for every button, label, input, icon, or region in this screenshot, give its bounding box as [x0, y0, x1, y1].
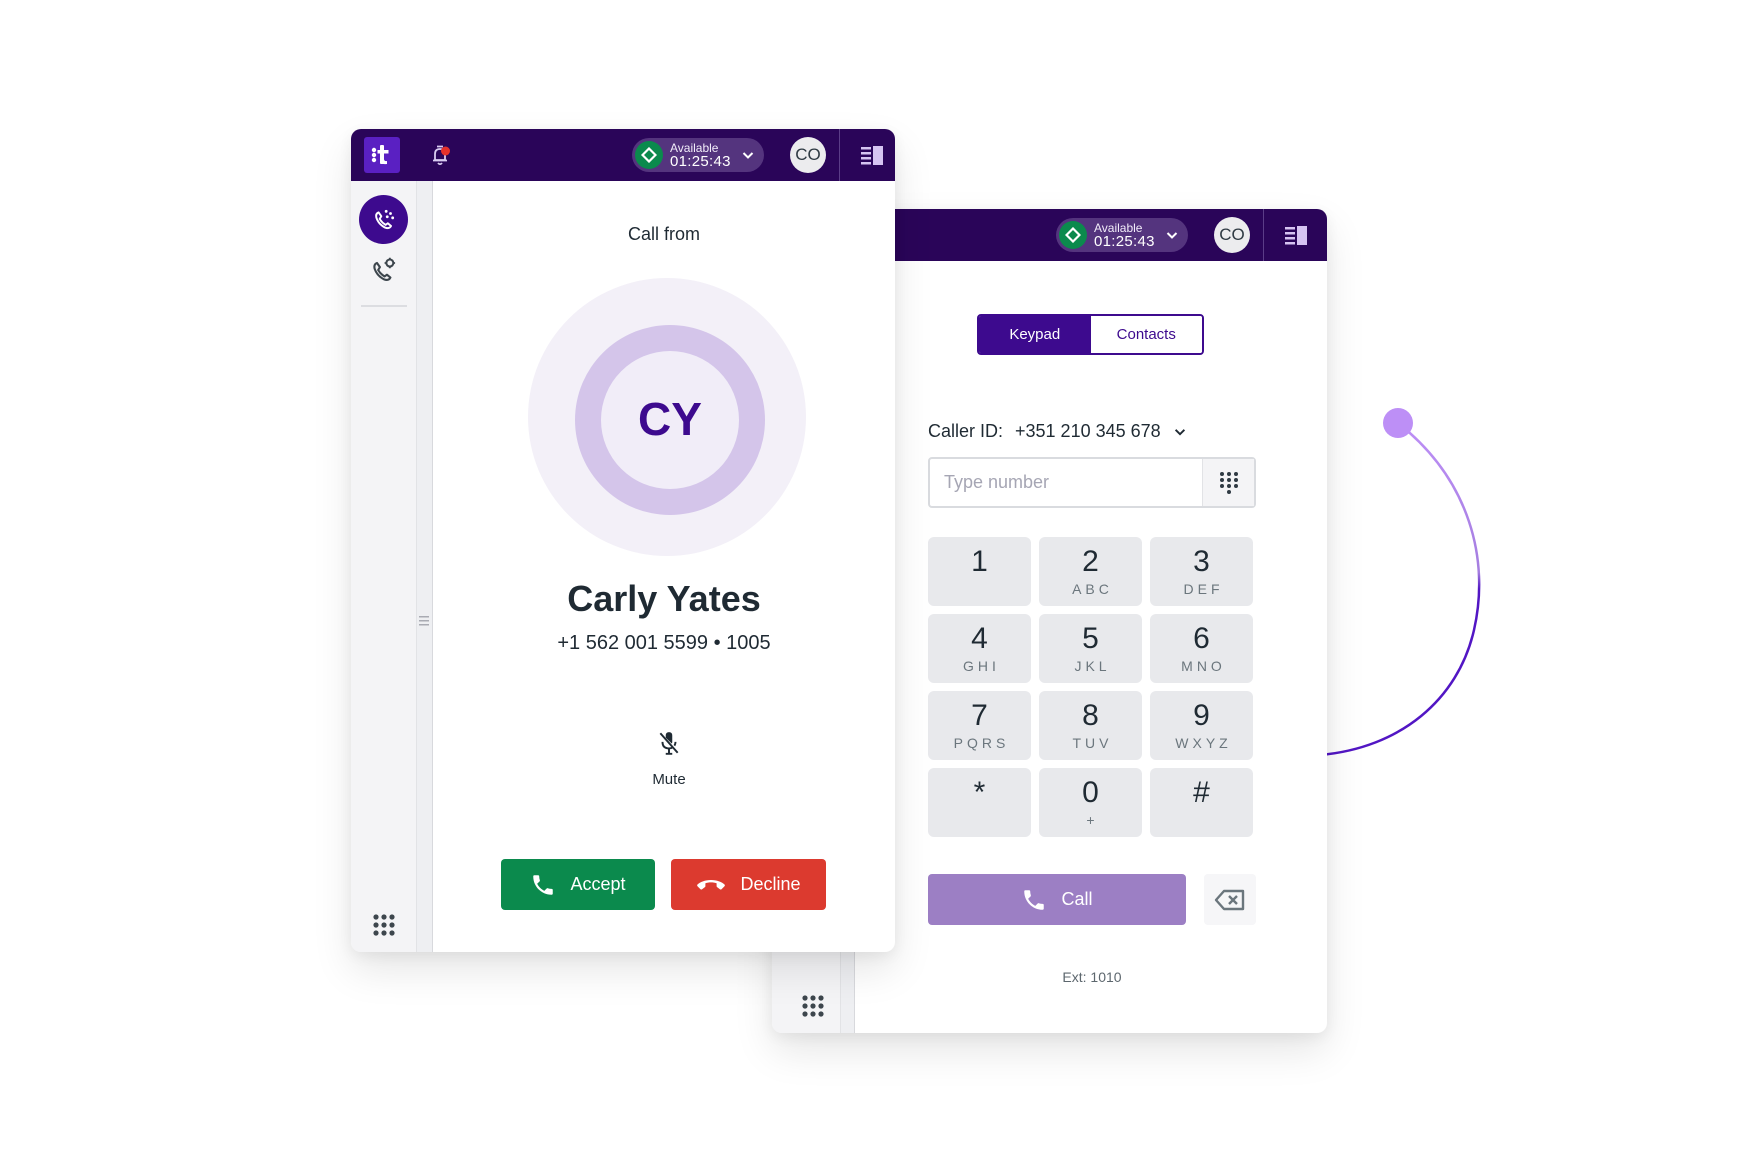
- sidebar-item-incoming-call[interactable]: [359, 195, 408, 244]
- key-digit: 8: [1082, 699, 1099, 732]
- caller-number: +1 562 001 5599 • 1005: [557, 632, 771, 654]
- call-button-label: Call: [1061, 889, 1093, 909]
- key-digit: 2: [1082, 545, 1099, 578]
- keypad-toggle-button[interactable]: [1202, 459, 1254, 506]
- apps-grid-icon[interactable]: [801, 994, 825, 1018]
- key-letters: +: [1086, 812, 1099, 828]
- arc-dot: [1383, 408, 1413, 438]
- key-letters: DEF: [1183, 581, 1224, 597]
- tab-keypad[interactable]: Keypad: [979, 316, 1091, 353]
- caller-initials: CY: [638, 393, 702, 445]
- key-letters: MNO: [1181, 658, 1226, 674]
- status-selector[interactable]: Available 01:25:43: [632, 138, 764, 172]
- keypad-key[interactable]: 2 ABC: [1039, 537, 1142, 606]
- accept-button[interactable]: Accept: [501, 859, 655, 910]
- keypad-key[interactable]: 0 +: [1039, 768, 1142, 837]
- keypad-key[interactable]: 7 PQRS: [928, 691, 1031, 760]
- status-timer: 01:25:43: [1094, 233, 1155, 250]
- backspace-button[interactable]: [1204, 874, 1256, 925]
- mute-button[interactable]: Mute: [630, 730, 708, 788]
- keypad-key[interactable]: 9 WXYZ: [1150, 691, 1253, 760]
- key-letters: PQRS: [953, 735, 1010, 751]
- key-digit: 5: [1082, 622, 1099, 655]
- status-selector[interactable]: Available 01:25:43: [1056, 218, 1188, 252]
- phone-icon: [1024, 889, 1045, 910]
- keypad-key[interactable]: *: [928, 768, 1031, 837]
- keypad-key[interactable]: 3 DEF: [1150, 537, 1253, 606]
- hang-up-icon: [697, 879, 726, 890]
- arc-line: [1319, 422, 1481, 757]
- call-from-heading: Call from: [627, 224, 700, 244]
- key-letters: ABC: [1072, 581, 1113, 597]
- number-input[interactable]: [930, 459, 1202, 506]
- key-digit: 7: [971, 699, 988, 732]
- resize-strip[interactable]: [416, 181, 433, 952]
- key-digit: *: [973, 776, 986, 809]
- chevron-down-icon: [742, 152, 754, 159]
- accept-label: Accept: [570, 874, 626, 894]
- chevron-down-icon: [1166, 232, 1178, 239]
- key-digit: 0: [1082, 776, 1099, 809]
- phone-ringing-icon: [374, 209, 394, 229]
- call-button[interactable]: Call: [928, 874, 1186, 925]
- apps-grid-icon[interactable]: [372, 913, 396, 937]
- header-divider: [839, 129, 840, 181]
- sidebar-divider: [361, 305, 407, 307]
- decline-button[interactable]: Decline: [671, 859, 826, 910]
- caller-id-value: +351 210 345 678: [1015, 421, 1161, 441]
- keypad-key[interactable]: #: [1150, 768, 1253, 837]
- app-sidebar: [351, 181, 416, 952]
- phone-settings-icon: [373, 257, 396, 281]
- caller-name: Carly Yates: [567, 578, 761, 619]
- key-letters: WXYZ: [1175, 735, 1232, 751]
- key-letters: GHI: [963, 658, 1000, 674]
- side-panel-icon[interactable]: [1283, 224, 1309, 246]
- user-avatar[interactable]: CO: [790, 137, 826, 173]
- number-field: [928, 457, 1256, 508]
- key-digit: #: [1193, 776, 1210, 809]
- dialpad-icon: [1219, 471, 1238, 494]
- key-digit: 3: [1193, 545, 1210, 578]
- key-letters: JKL: [1074, 658, 1111, 674]
- talkdesk-logo-icon[interactable]: [364, 137, 400, 173]
- key-digit: 4: [971, 622, 988, 655]
- caller-id-label: Caller ID:: [928, 421, 1004, 441]
- keypad-key[interactable]: 1: [928, 537, 1031, 606]
- keypad-key[interactable]: 5 JKL: [1039, 614, 1142, 683]
- header-divider: [1263, 209, 1264, 261]
- keypad-key[interactable]: 8 TUV: [1039, 691, 1142, 760]
- key-digit: 9: [1193, 699, 1210, 732]
- chevron-down-icon: [1174, 428, 1185, 436]
- phone-icon: [533, 874, 554, 895]
- app-header: Available 01:25:43 CO: [351, 129, 895, 181]
- microphone-off-icon: [659, 732, 679, 755]
- tab-contacts[interactable]: Contacts: [1090, 316, 1202, 353]
- dialer-tabs: Keypad Contacts: [977, 314, 1204, 355]
- side-panel-icon[interactable]: [859, 144, 885, 166]
- decline-label: Decline: [740, 874, 801, 894]
- status-timer: 01:25:43: [670, 153, 731, 170]
- notification-badge: [441, 146, 450, 156]
- sidebar-item-call-settings[interactable]: [369, 255, 399, 285]
- keypad-key[interactable]: 4 GHI: [928, 614, 1031, 683]
- key-digit: 6: [1193, 622, 1210, 655]
- bell-icon[interactable]: [429, 143, 453, 167]
- drag-handle-icon: [419, 616, 429, 626]
- backspace-icon: [1214, 889, 1245, 910]
- mute-label: Mute: [652, 771, 686, 788]
- diamond-icon: [635, 141, 663, 169]
- user-avatar[interactable]: CO: [1214, 217, 1250, 253]
- extension-label: Ext: 1010: [1062, 969, 1122, 985]
- keypad-key[interactable]: 6 MNO: [1150, 614, 1253, 683]
- key-digit: 1: [971, 545, 988, 578]
- diamond-icon: [1059, 221, 1087, 249]
- key-letters: TUV: [1072, 735, 1113, 751]
- caller-id-selector[interactable]: Caller ID: +351 210 345 678: [928, 421, 1187, 442]
